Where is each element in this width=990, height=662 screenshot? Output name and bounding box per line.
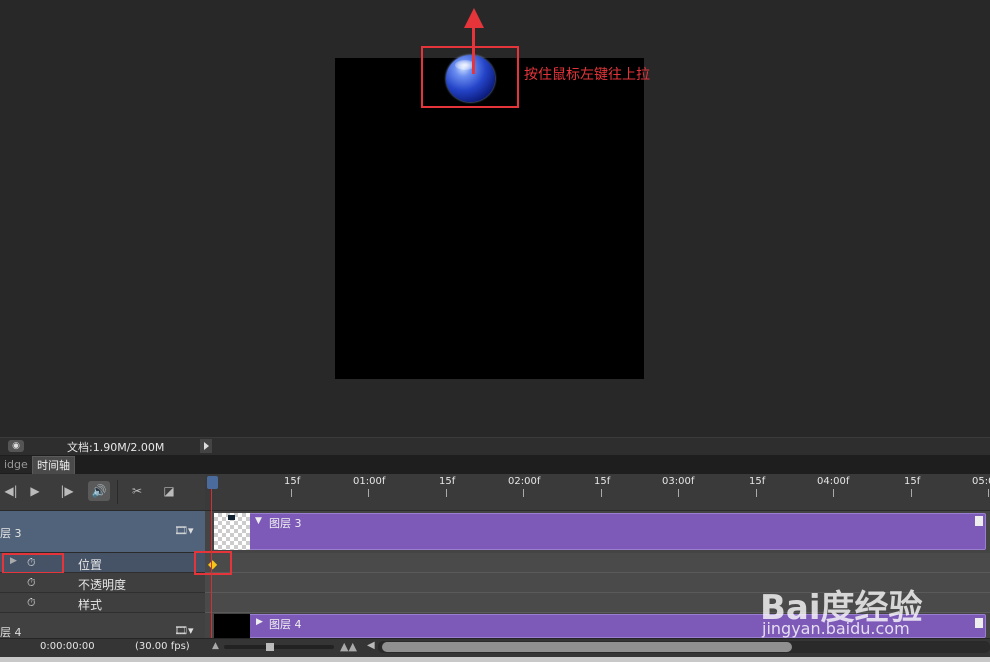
frame-rate-label: (30.00 fps)	[135, 641, 190, 652]
ruler-label: 15f	[904, 476, 921, 487]
zoom-in-icon[interactable]: ▲▲	[340, 640, 357, 653]
clip-label: 图层 3	[269, 517, 302, 530]
transition-button[interactable]: ◪	[158, 481, 180, 501]
expand-triangle-icon[interactable]: ▶	[256, 617, 263, 627]
ruler-tick	[368, 489, 369, 497]
ruler-label: 15f	[749, 476, 766, 487]
expand-triangle-icon[interactable]: ▼	[255, 516, 262, 526]
window-bottom-strip	[0, 657, 990, 662]
ruler-label: 05:0	[972, 476, 990, 487]
ruler-tick	[756, 489, 757, 497]
tab-mini-bridge[interactable]: idge	[0, 456, 32, 473]
film-icon[interactable]: 🎞▾	[174, 624, 194, 637]
playhead-line	[211, 489, 212, 639]
stopwatch-icon[interactable]: ⏱	[27, 576, 36, 590]
ruler-tick	[523, 489, 524, 497]
zoom-slider[interactable]	[224, 645, 334, 649]
tab-timeline[interactable]: 时间轴	[32, 456, 75, 474]
audio-button[interactable]: 🔊	[88, 481, 110, 501]
ruler-tick	[446, 489, 447, 497]
film-icon[interactable]: 🎞▾	[174, 524, 194, 537]
arrow-up-icon	[472, 24, 475, 74]
ruler-label: 04:00f	[817, 476, 850, 487]
ruler-label: 15f	[439, 476, 456, 487]
ball-highlight-box	[421, 46, 519, 108]
ruler-label: 03:00f	[662, 476, 695, 487]
scroll-left-icon[interactable]: ◀	[367, 640, 375, 651]
document-size-label: 文档:1.90M/2.00M	[67, 441, 165, 454]
keyframe-highlight-box	[194, 551, 232, 575]
prev-frame-button[interactable]: ◀|	[0, 481, 22, 501]
ruler-tick	[833, 489, 834, 497]
baidu-watermark-url: jingyan.baidu.com	[762, 619, 910, 638]
track-divider	[205, 572, 990, 573]
clip-end-handle[interactable]	[975, 516, 983, 526]
divider	[117, 480, 118, 504]
ruler-tick	[291, 489, 292, 497]
ruler-label: 15f	[284, 476, 301, 487]
zoom-out-icon[interactable]: ▲	[212, 641, 219, 651]
scrollbar-thumb[interactable]	[382, 642, 792, 652]
property-label: 样式	[78, 598, 103, 612]
ruler-label: 01:00f	[353, 476, 386, 487]
arrow-head	[464, 8, 484, 28]
annotation-text: 按住鼠标左键往上拉	[524, 67, 650, 83]
thumbnail-ball	[228, 515, 235, 520]
split-scissors-button[interactable]: ✂	[126, 481, 148, 501]
ruler-tick	[601, 489, 602, 497]
ruler-label: 15f	[594, 476, 611, 487]
stopwatch-icon[interactable]: ⏱	[27, 596, 36, 610]
layer-3-clip[interactable]	[214, 513, 986, 550]
clip-label: 图层 4	[269, 618, 302, 631]
property-label: 位置	[78, 558, 103, 572]
stopwatch-highlight-box	[2, 553, 64, 574]
status-menu-arrow-icon[interactable]	[200, 439, 212, 453]
zoom-slider-thumb[interactable]	[266, 643, 274, 651]
ruler-tick	[988, 489, 989, 497]
play-button[interactable]: ▶	[24, 481, 46, 501]
current-timecode: 0:00:00:00	[40, 641, 95, 652]
layer-4-thumbnail	[214, 614, 250, 638]
next-frame-button[interactable]: |▶	[56, 481, 78, 501]
status-icon[interactable]: ◉	[8, 440, 24, 452]
playhead-handle[interactable]	[207, 476, 218, 489]
ruler-tick	[911, 489, 912, 497]
ruler-label: 02:00f	[508, 476, 541, 487]
ruler-tick	[678, 489, 679, 497]
property-label: 不透明度	[78, 578, 127, 592]
panel-tab-bar	[0, 455, 990, 474]
clip-end-handle[interactable]	[975, 618, 983, 628]
layer-name: 层 3	[0, 527, 22, 540]
